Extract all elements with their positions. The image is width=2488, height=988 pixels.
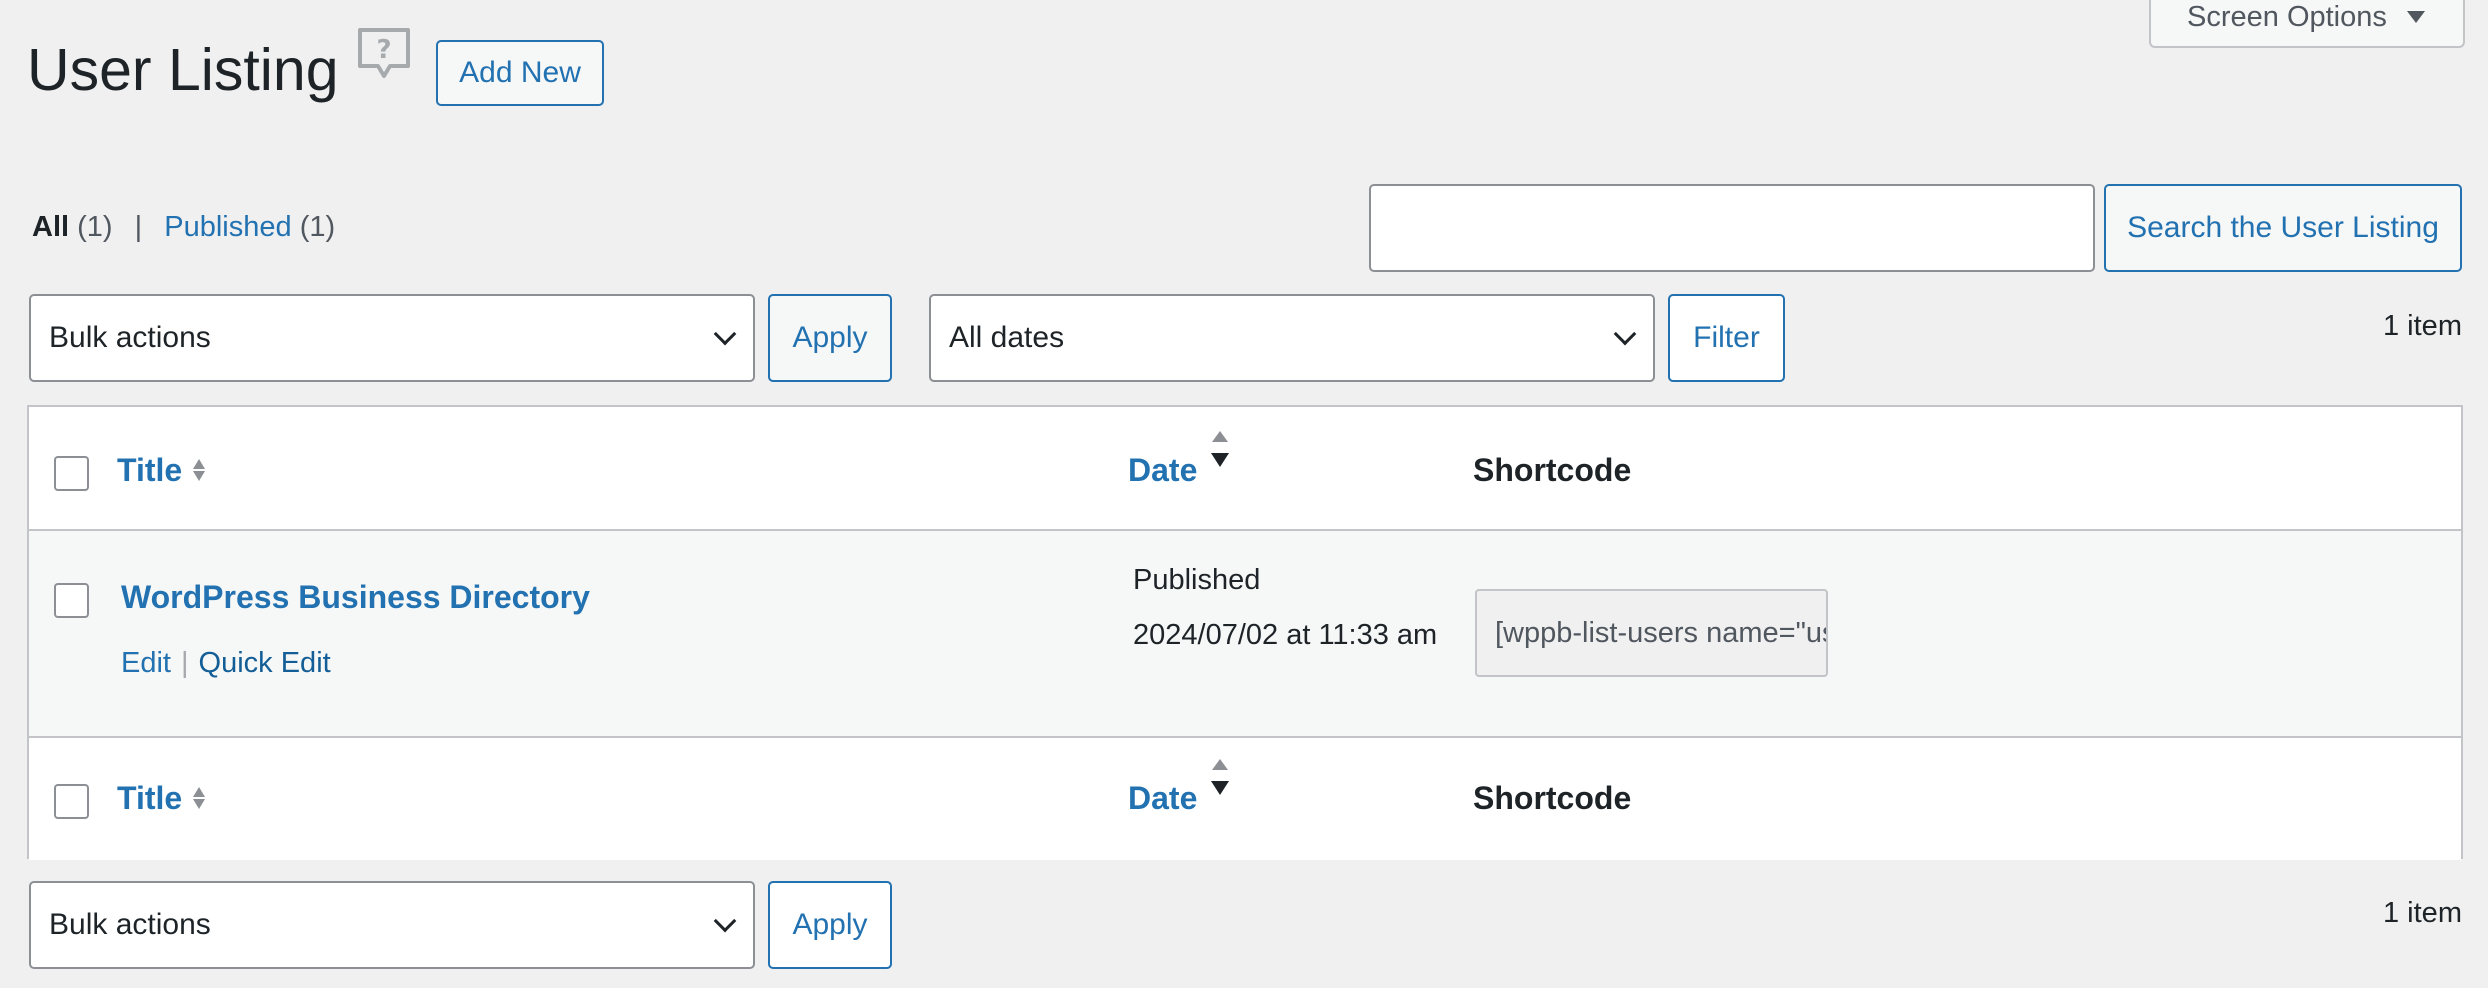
table-row: WordPress Business Directory Edit | Quick …	[29, 531, 2461, 736]
apply-button[interactable]: Apply	[768, 294, 892, 382]
row-action-separator: |	[180, 647, 189, 679]
sort-both-icon	[193, 459, 205, 481]
item-count-bottom: 1 item	[2383, 897, 2462, 929]
select-all-checkbox-footer[interactable]	[54, 784, 89, 819]
dates-filter-select[interactable]: All dates	[929, 294, 1655, 382]
svg-text:?: ?	[376, 35, 391, 65]
date-status: Published	[1133, 564, 1261, 596]
bulk-actions-select-bottom[interactable]: Bulk actions	[29, 881, 755, 969]
bulk-actions-select[interactable]: Bulk actions	[29, 294, 755, 382]
date-value: 2024/07/02 at 11:33 am	[1133, 619, 1438, 651]
column-shortcode-footer: Shortcode	[1473, 780, 1632, 816]
row-title-link[interactable]: WordPress Business Directory	[121, 579, 590, 616]
edit-link[interactable]: Edit	[121, 647, 171, 679]
search-input[interactable]	[1369, 184, 2095, 272]
sort-both-icon	[193, 787, 205, 809]
filter-button[interactable]: Filter	[1668, 294, 1785, 382]
column-title-sort[interactable]: Title	[117, 452, 182, 489]
table-header: Title Date Shortcode	[29, 407, 2461, 531]
view-all-link[interactable]: All	[32, 211, 69, 243]
table-footer: Title Date Shortcode	[29, 736, 2461, 860]
sort-desc-icon	[1211, 759, 1229, 795]
select-all-checkbox[interactable]	[54, 456, 89, 491]
chevron-down-icon	[713, 322, 737, 346]
search-button[interactable]: Search the User Listing	[2104, 184, 2462, 272]
row-actions: Edit | Quick Edit	[121, 647, 331, 680]
chevron-down-icon	[1613, 322, 1637, 346]
item-count: 1 item	[2383, 310, 2462, 342]
view-all-count: (1)	[77, 211, 113, 243]
screen-options-button[interactable]: Screen Options	[2149, 0, 2465, 48]
sort-desc-icon	[1211, 431, 1229, 467]
dates-filter-value: All dates	[949, 321, 1065, 354]
date-cell: Published 2024/07/02 at 11:33 am	[1133, 553, 1453, 663]
quick-edit-link[interactable]: Quick Edit	[199, 647, 331, 679]
shortcode-field[interactable]: [wppb-list-users name="userlisting"]	[1475, 589, 1828, 677]
column-title-sort-footer[interactable]: Title	[117, 780, 182, 817]
apply-button-bottom[interactable]: Apply	[768, 881, 892, 969]
screen-options-label: Screen Options	[2187, 0, 2387, 33]
row-checkbox[interactable]	[54, 583, 89, 618]
page-title: User Listing	[27, 37, 339, 103]
view-published-count: (1)	[299, 211, 336, 243]
caret-down-icon	[2406, 11, 2425, 23]
view-published-link[interactable]: Published	[164, 211, 291, 243]
column-shortcode: Shortcode	[1473, 452, 1632, 488]
help-question-icon[interactable]: ?	[356, 26, 412, 84]
column-date-sort[interactable]: Date	[1128, 452, 1197, 489]
view-separator: |	[134, 211, 143, 243]
chevron-down-icon	[713, 909, 737, 933]
column-date-sort-footer[interactable]: Date	[1128, 780, 1197, 817]
status-views: All (1) | Published (1)	[32, 211, 335, 244]
add-new-button[interactable]: Add New	[436, 40, 604, 106]
bulk-actions-value: Bulk actions	[49, 321, 211, 354]
listing-table: Title Date Shortcode WordPress Business …	[27, 405, 2463, 860]
bulk-actions-value-bottom: Bulk actions	[49, 908, 211, 941]
